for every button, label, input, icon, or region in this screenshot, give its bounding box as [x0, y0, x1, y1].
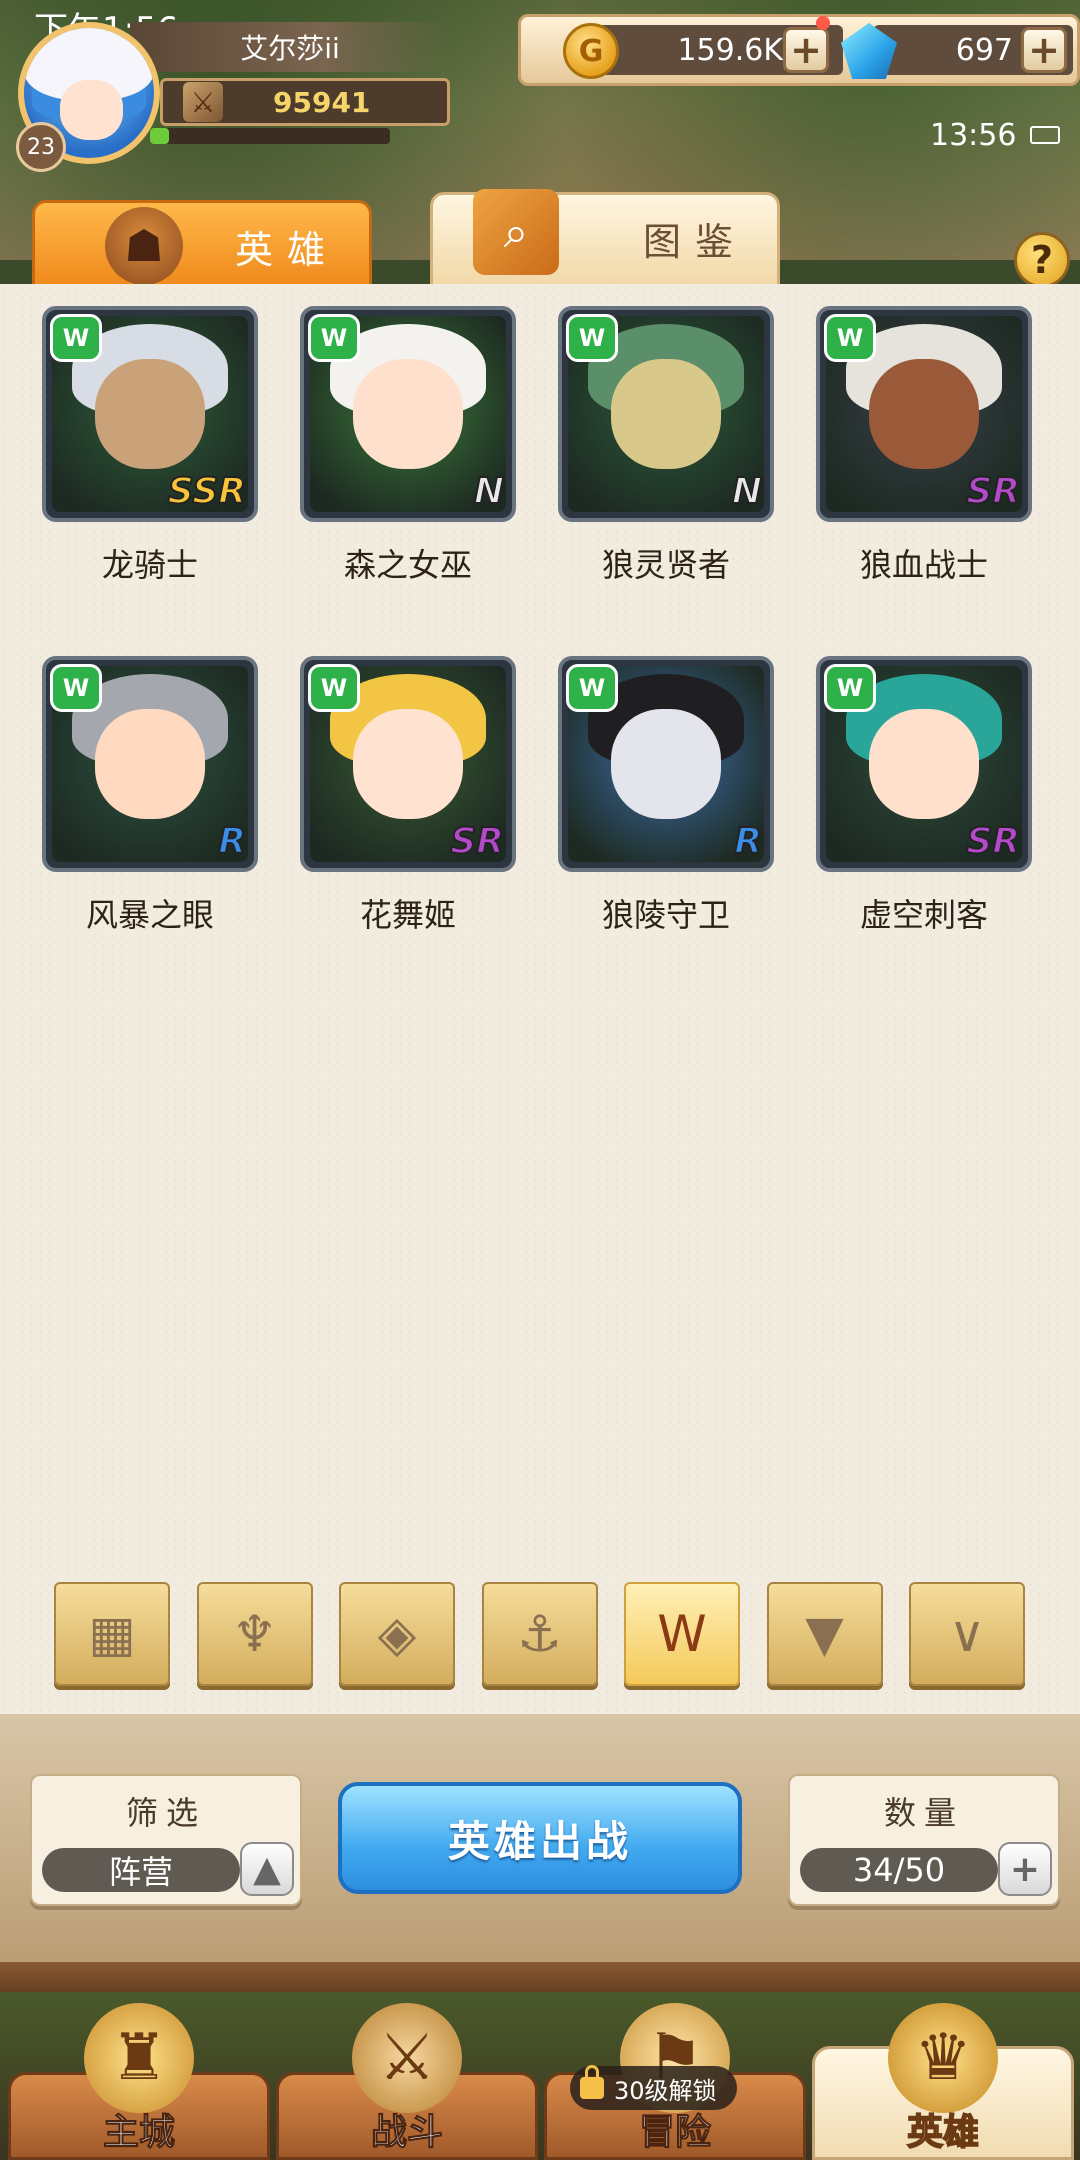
clock-time: 13:56 — [930, 118, 1017, 153]
help-button[interactable]: ? — [1014, 232, 1070, 288]
wolf-faction-icon: W — [824, 664, 876, 712]
hero-rarity-badge: SR — [449, 820, 505, 863]
battery-icon — [1030, 126, 1060, 144]
hero-rarity-badge: N — [473, 470, 505, 513]
nav-tab[interactable]: ♛ 英雄 — [812, 2003, 1074, 2160]
wolf-faction-icon: W — [308, 314, 360, 362]
player-name: 艾尔莎ii — [130, 22, 450, 72]
hero-name: 风暴之眼 — [85, 896, 214, 934]
notification-dot — [816, 16, 830, 30]
exp-bar-fill — [150, 128, 170, 144]
hero-card[interactable]: W SR — [816, 306, 1032, 522]
filter-box: 筛选 阵营 ▲ — [30, 1774, 302, 1906]
adventure-lock-label: 30级解锁 — [570, 2065, 737, 2110]
hero-name: 狼灵贤者 — [601, 546, 730, 584]
nav-tab-label: 战斗 — [370, 2112, 443, 2154]
tab-heroes[interactable]: ☗ 英雄 — [32, 200, 372, 288]
hero-name: 花舞姬 — [359, 896, 456, 934]
hero-face — [869, 709, 979, 819]
nav-tab[interactable]: ⚔ 战斗 — [276, 2003, 538, 2160]
gem-amount: 697 — [955, 32, 1013, 68]
hero-rarity-badge: N — [731, 470, 763, 513]
hero-helmet-icon: ♛ — [888, 2003, 998, 2113]
gold-coin-icon: G — [563, 23, 619, 79]
power-bar: ⚔ 95941 — [160, 78, 450, 126]
count-box: 数量 34/50 + — [788, 1774, 1060, 1906]
tab-codex-label: 图鉴 — [643, 220, 748, 264]
tab-codex[interactable]: ⌕ 图鉴 — [430, 189, 780, 288]
hero-rarity-badge: SSR — [167, 470, 247, 513]
wolf-faction-icon: W — [50, 664, 102, 712]
wolf-faction-icon: W — [824, 314, 876, 362]
all-filter-icon[interactable]: ▦ — [54, 1582, 170, 1686]
gold-amount: 159.6K — [677, 32, 783, 68]
player-level-badge: 23 — [16, 122, 66, 172]
magnifier-tab-icon: ⌕ — [473, 189, 559, 275]
hero-face — [611, 709, 721, 819]
hero-rarity-badge: SR — [965, 820, 1021, 863]
lock-icon — [580, 2065, 604, 2099]
wolf-faction-icon: W — [566, 664, 618, 712]
hero-face — [611, 359, 721, 469]
hero-card[interactable]: W SR — [816, 656, 1032, 872]
expand-capacity-button[interactable]: + — [998, 1842, 1052, 1896]
nav-tab-label: 冒险 — [638, 2112, 711, 2154]
hero-face — [95, 359, 205, 469]
add-gem-button[interactable]: + — [1021, 27, 1067, 73]
void-faction-icon[interactable]: ∨ — [909, 1582, 1025, 1686]
hero-face — [353, 709, 463, 819]
hero-face — [353, 359, 463, 469]
hero-name: 狼陵守卫 — [601, 896, 730, 934]
demon-faction-icon[interactable]: ▼ — [766, 1582, 883, 1686]
deploy-heroes-button[interactable]: 英雄出战 — [338, 1782, 742, 1894]
hero-card[interactable]: W SSR — [42, 306, 258, 522]
hero-card[interactable]: WN — [558, 306, 774, 522]
nav-tab-label: 英雄 — [906, 2111, 980, 2154]
wolf-faction-icon: W — [308, 664, 360, 712]
tab-heroes-label: 英雄 — [235, 228, 340, 272]
exp-bar — [150, 128, 390, 144]
crossed-swords-icon: ⚔ — [352, 2003, 462, 2113]
add-gold-button[interactable]: + — [783, 27, 829, 73]
hero-rarity-badge: SR — [965, 470, 1021, 513]
faction-filter-bar: ▦ ♆ ◈ ⚓ W ▼ ∨ — [54, 1582, 1026, 1688]
wolf-faction-icon: W — [50, 314, 102, 362]
castle-icon: ♜ — [84, 2003, 194, 2113]
hero-name: 狼血战士 — [859, 546, 988, 584]
hero-card[interactable]: W SR — [300, 656, 516, 872]
hero-name: 龙骑士 — [101, 546, 198, 584]
hero-card[interactable]: WR — [42, 656, 258, 872]
hero-face — [95, 709, 205, 819]
bottom-control-panel: 筛选 阵营 ▲ 英雄出战 数量 34/50 + — [0, 1714, 1080, 2002]
filter-toggle-button[interactable]: ▲ — [240, 1842, 294, 1896]
avatar-face — [60, 80, 123, 140]
nav-tab[interactable]: ♜ 主城 — [8, 2003, 270, 2160]
rune-faction-icon[interactable]: ◈ — [339, 1582, 455, 1686]
anchor-faction-icon[interactable]: ⚓ — [481, 1582, 598, 1686]
filter-title: 筛选 — [125, 1794, 206, 1832]
hero-rarity-badge: R — [217, 820, 247, 863]
power-value: 95941 — [273, 85, 371, 119]
hero-rarity-badge: R — [733, 820, 763, 863]
hero-card[interactable]: WR — [558, 656, 774, 872]
elf-faction-icon[interactable]: ♆ — [196, 1582, 313, 1686]
hero-name: 森之女巫 — [343, 546, 472, 584]
hero-card[interactable]: WN — [300, 306, 516, 522]
nav-tab-label: 主城 — [102, 2112, 175, 2154]
hero-helmet-tab-icon: ☗ — [105, 207, 183, 285]
hero-face — [869, 359, 979, 469]
lock-text: 30级解锁 — [614, 2076, 717, 2105]
hero-count-value: 34/50 — [800, 1848, 998, 1892]
hero-name: 虚空刺客 — [859, 896, 988, 934]
count-title: 数量 — [883, 1794, 964, 1832]
filter-value: 阵营 — [42, 1848, 240, 1892]
wolf-faction-icon: W — [566, 314, 618, 362]
crossed-swords-power-icon: ⚔ — [183, 82, 223, 122]
wolf-faction-icon[interactable]: W — [624, 1582, 740, 1686]
resource-bar: 159.6K G + 697 + — [518, 14, 1080, 86]
